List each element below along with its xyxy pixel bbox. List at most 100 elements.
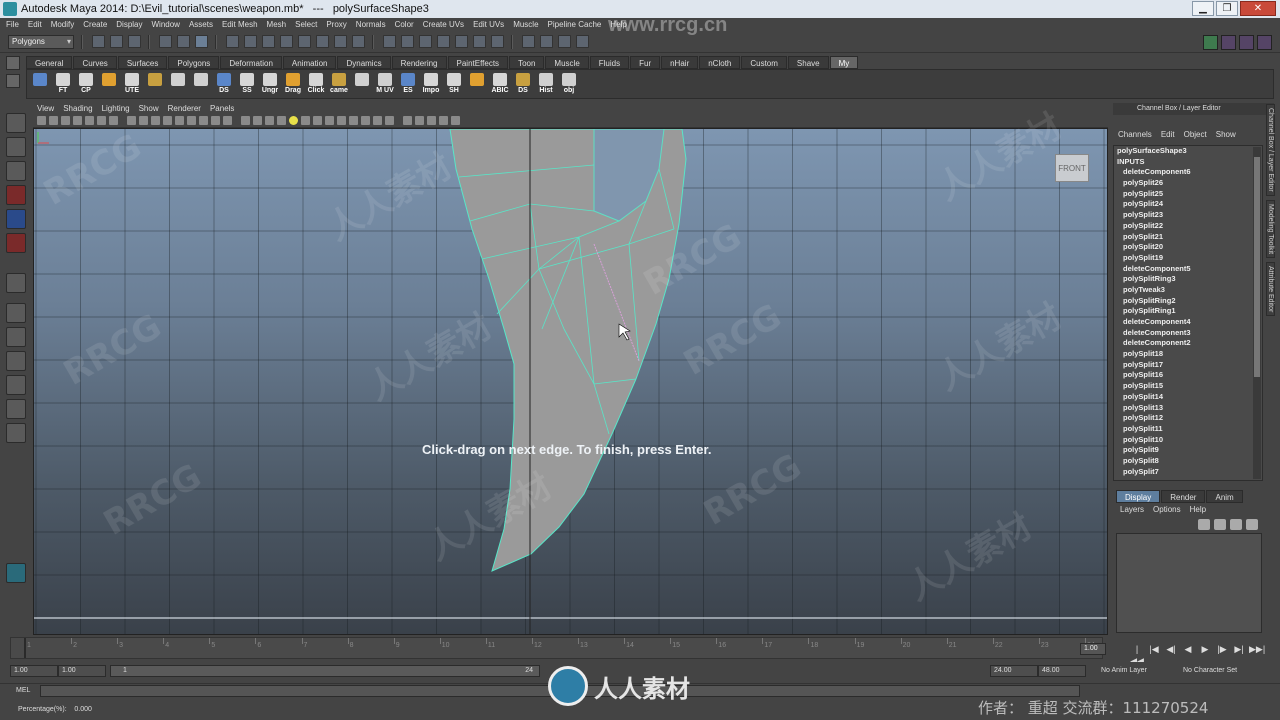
menu-edit-mesh[interactable]: Edit Mesh [222, 20, 258, 29]
panel-tool-icon[interactable] [373, 116, 382, 125]
panel-tool-icon[interactable] [37, 116, 46, 125]
anim-start-field[interactable]: 1.00 [58, 665, 106, 677]
shelf-button-impo[interactable]: Impo [420, 71, 442, 97]
scrollbar-thumb[interactable] [1254, 157, 1260, 377]
menu-window[interactable]: Window [152, 20, 180, 29]
shelf-button-6[interactable] [167, 71, 189, 97]
history-node[interactable]: polySplit10 [1114, 435, 1262, 446]
menu-color[interactable]: Color [395, 20, 414, 29]
shelf-tab-fur[interactable]: Fur [630, 56, 661, 69]
panel-tool-icon[interactable] [211, 116, 220, 125]
panel-tool-icon[interactable] [49, 116, 58, 125]
history-icon[interactable] [491, 35, 504, 48]
current-time-marker[interactable] [24, 638, 26, 658]
panel-tool-icon[interactable] [403, 116, 412, 125]
shelf-tabs-icon[interactable] [6, 56, 20, 70]
shelf-button-ds[interactable]: DS [512, 71, 534, 97]
history-node[interactable]: polySplit18 [1114, 349, 1262, 360]
panel-tool-icon[interactable] [301, 116, 310, 125]
shelf-menu-icon[interactable] [6, 74, 20, 88]
history-node[interactable]: polySplit19 [1114, 253, 1262, 264]
shelf-tab-fluids[interactable]: Fluids [589, 56, 630, 69]
side-tab-channel-box-layer-editor[interactable]: Channel Box / Layer Editor [1266, 104, 1275, 196]
shelf-button-ft[interactable]: FT [52, 71, 74, 97]
channel-menu-channels[interactable]: Channels [1118, 130, 1152, 142]
history-node[interactable]: deleteComponent6 [1114, 167, 1262, 178]
layer-tab-anim[interactable]: Anim [1206, 490, 1243, 503]
character-set-dropdown[interactable]: No Character Set [1183, 665, 1237, 677]
layer-tab-display[interactable]: Display [1116, 490, 1161, 503]
menu-create-uvs[interactable]: Create UVs [423, 20, 464, 29]
menu-create[interactable]: Create [83, 20, 107, 29]
pick-mask-icon[interactable] [298, 35, 311, 48]
new-layer-icon[interactable] [1198, 519, 1210, 530]
last-tool-icon[interactable] [6, 273, 26, 293]
playback-range-bar[interactable]: 1 24 [110, 665, 540, 677]
layer-menu-help[interactable]: Help [1190, 505, 1206, 514]
blade-mesh[interactable] [34, 129, 1108, 635]
panel-menu-view[interactable]: View [37, 104, 54, 113]
panel-menu-panels[interactable]: Panels [210, 104, 234, 113]
panel-tool-icon[interactable] [61, 116, 70, 125]
shelf-button-7[interactable] [190, 71, 212, 97]
open-scene-icon[interactable] [110, 35, 123, 48]
menu-pipeline-cache[interactable]: Pipeline Cache [548, 20, 602, 29]
panel-tool-icon[interactable] [337, 116, 346, 125]
history-node[interactable]: polySplit8 [1114, 456, 1262, 467]
playback-button[interactable]: ▶▶| [1249, 643, 1265, 655]
end-time-field[interactable]: 24.00 [990, 665, 1038, 677]
history-node[interactable]: deleteComponent2 [1114, 338, 1262, 349]
panel-tool-icon[interactable] [313, 116, 322, 125]
shelf-tab-curves[interactable]: Curves [73, 56, 117, 69]
menu-edit[interactable]: Edit [28, 20, 42, 29]
shelf-button-ds[interactable]: DS [213, 71, 235, 97]
panel-menu-shading[interactable]: Shading [63, 104, 92, 113]
persp-outliner-layout-icon[interactable] [6, 351, 26, 371]
menu-set-dropdown[interactable]: Polygons [8, 34, 74, 49]
panel-tool-icon[interactable] [175, 116, 184, 125]
move-tool-icon[interactable] [6, 185, 26, 205]
render-frame-icon[interactable] [540, 35, 553, 48]
history-node[interactable]: deleteComponent4 [1114, 317, 1262, 328]
shelf-button-obj[interactable]: obj [558, 71, 580, 97]
layer-menu-layers[interactable]: Layers [1120, 505, 1144, 514]
pick-mask-icon[interactable] [226, 35, 239, 48]
shelf-tab-toon[interactable]: Toon [509, 56, 545, 69]
shelf-button-5[interactable] [144, 71, 166, 97]
panel-tool-icon[interactable] [97, 116, 106, 125]
save-scene-icon[interactable] [128, 35, 141, 48]
shelf-tab-painteffects[interactable]: PaintEffects [447, 56, 509, 69]
render-view-icon[interactable] [522, 35, 535, 48]
shelf-button-click[interactable]: Click [305, 71, 327, 97]
front-viewport[interactable]: FRONT Click-drag on next edge. To finish… [33, 128, 1108, 635]
panel-tool-icon[interactable] [289, 116, 298, 125]
panel-tool-icon[interactable] [277, 116, 286, 125]
menu-normals[interactable]: Normals [356, 20, 386, 29]
panel-menu-renderer[interactable]: Renderer [168, 104, 201, 113]
new-scene-icon[interactable] [92, 35, 105, 48]
panel-tool-icon[interactable] [109, 116, 118, 125]
object-name[interactable]: polySurfaceShape3 [1114, 146, 1262, 157]
hypershade-layout-icon[interactable] [6, 399, 26, 419]
side-tab-modeling-toolkit[interactable]: Modeling Toolkit [1266, 199, 1275, 258]
history-node[interactable]: polySplit20 [1114, 242, 1262, 253]
menu-edit-uvs[interactable]: Edit UVs [473, 20, 504, 29]
shelf-button-hist[interactable]: Hist [535, 71, 557, 97]
shelf-button-abic[interactable]: ABIC [489, 71, 511, 97]
playback-button[interactable]: |▶ [1215, 643, 1229, 655]
snap-point-icon[interactable] [437, 35, 450, 48]
help-icon[interactable] [352, 35, 365, 48]
playback-button[interactable]: |◀ [1147, 643, 1161, 655]
new-layer-selected-icon[interactable] [1214, 519, 1226, 530]
shelf-tab-my[interactable]: My [829, 56, 859, 69]
menu-modify[interactable]: Modify [51, 20, 75, 29]
channel-menu-show[interactable]: Show [1216, 130, 1236, 142]
channel-menu-object[interactable]: Object [1184, 130, 1207, 142]
menu-mesh[interactable]: Mesh [267, 20, 287, 29]
panel-tool-icon[interactable] [139, 116, 148, 125]
outliner-layout-icon[interactable] [6, 423, 26, 443]
select-hierarchy-icon[interactable] [159, 35, 172, 48]
panel-tool-icon[interactable] [361, 116, 370, 125]
panel-tool-icon[interactable] [325, 116, 334, 125]
shelf-tab-dynamics[interactable]: Dynamics [337, 56, 391, 69]
